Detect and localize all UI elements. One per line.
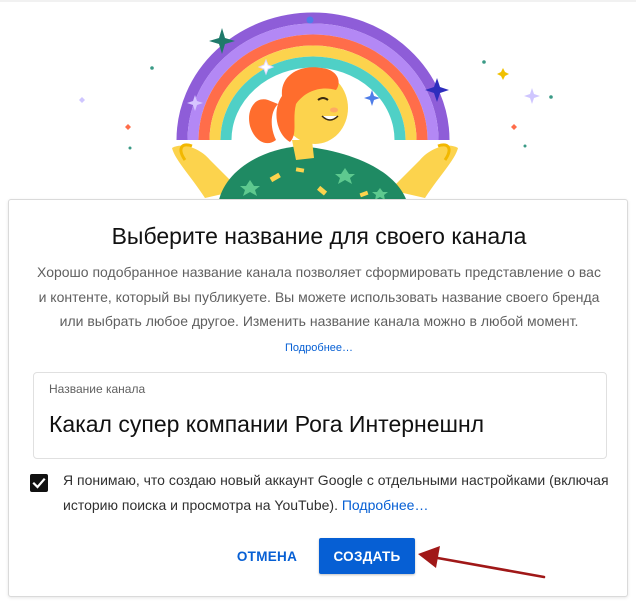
cancel-button[interactable]: ОТМЕНА xyxy=(229,539,305,573)
description-text: Хорошо подобранное название канала позво… xyxy=(37,264,601,329)
agreement-checkbox[interactable] xyxy=(30,474,48,492)
channel-name-label: Название канала xyxy=(49,382,146,396)
checkmark-icon xyxy=(32,477,46,489)
dialog-description: Хорошо подобранное название канала позво… xyxy=(37,260,601,360)
learn-more-link[interactable]: Подробнее… xyxy=(285,342,353,354)
dialog-title: Выберите название для своего канала xyxy=(111,223,527,249)
agreement-text: Я понимаю, что создаю новый аккаунт Goog… xyxy=(63,468,619,517)
agreement-learn-more-link[interactable]: Подробнее… xyxy=(342,497,429,513)
create-button[interactable]: СОЗДАТЬ xyxy=(319,538,415,574)
channel-name-field[interactable]: Название канала Какал супер компании Рог… xyxy=(33,372,607,459)
rainbow-person-illustration xyxy=(0,0,636,205)
agreement-label: Я понимаю, что создаю новый аккаунт Goog… xyxy=(63,472,609,513)
channel-name-input[interactable]: Какал супер компании Рога Интернешнл xyxy=(49,411,484,438)
channel-name-dialog: Выберите название для своего канала Хоро… xyxy=(8,199,628,597)
